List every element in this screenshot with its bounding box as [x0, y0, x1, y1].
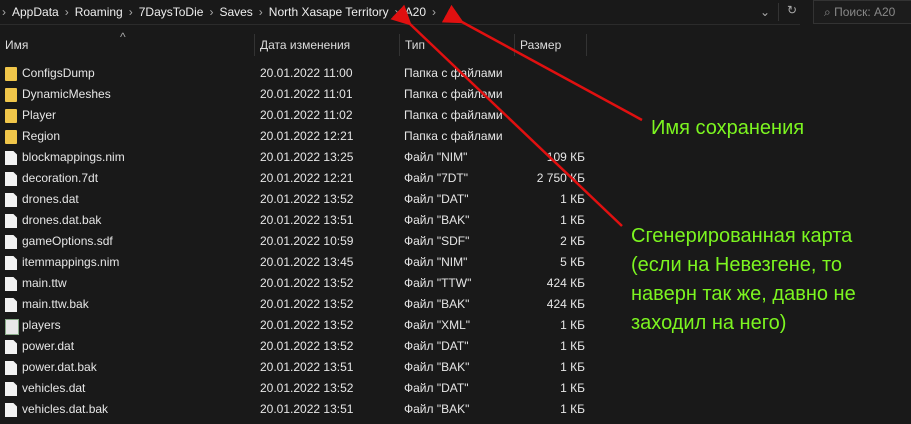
- note-line: (если на Невезгене, то: [631, 254, 843, 276]
- note-save-name: Имя сохранения: [651, 117, 805, 139]
- note-line: наверн так же, давно не: [631, 283, 856, 305]
- note-map: Сгенерированная карта (если на Невезгене…: [631, 222, 856, 338]
- arrow-save-name: [441, 4, 643, 122]
- note-line: Сгенерированная карта: [631, 225, 853, 247]
- note-line: заходил на него): [631, 312, 787, 334]
- arrow-map: [390, 4, 623, 227]
- annotation-arrows: [390, 4, 643, 227]
